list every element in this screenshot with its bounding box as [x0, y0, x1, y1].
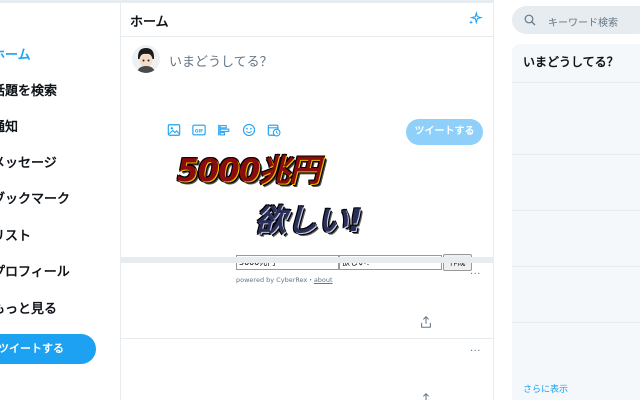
sidebar-item-messages[interactable]: メッセージ	[0, 149, 57, 179]
svg-text:GIF: GIF	[195, 128, 203, 134]
image-icon[interactable]	[167, 123, 181, 137]
page-title: ホーム	[130, 15, 169, 30]
compose-box: いまどうしてる？ GIF ツイートする 5000兆円 欲しい! powered …	[121, 37, 493, 284]
sidebar-nav: ホーム 話題を検索 通知 メッセージ ブックマーク リスト プロフィール もっと…	[0, 0, 120, 400]
search-placeholder: キーワード検索	[548, 18, 618, 29]
feed-item[interactable]: ···	[121, 263, 493, 339]
feed-item[interactable]: ···	[121, 340, 493, 400]
compose-tweet-button[interactable]: ツイートする	[406, 119, 483, 145]
compose-input[interactable]: いまどうしてる？	[169, 51, 273, 70]
avatar[interactable]	[132, 45, 160, 73]
trend-item[interactable]	[512, 322, 640, 376]
more-options-icon[interactable]: ···	[470, 346, 481, 357]
share-icon[interactable]	[419, 392, 433, 400]
sidebar-item-profile[interactable]: プロフィール	[0, 258, 70, 288]
sidebar-item-lists[interactable]: リスト	[0, 222, 31, 252]
timeline-header: ホーム	[121, 3, 493, 37]
sidebar-tweet-button[interactable]: ツイートする	[0, 334, 96, 364]
search-icon	[524, 14, 536, 26]
more-options-icon[interactable]: ···	[470, 269, 481, 280]
sidebar-item-home[interactable]: ホーム	[0, 41, 31, 71]
trends-panel: いまどうしてる？ さらに表示	[512, 44, 640, 400]
trend-item[interactable]	[512, 154, 640, 208]
sidebar-item-notifications[interactable]: 通知	[0, 113, 18, 143]
share-icon[interactable]	[419, 315, 433, 329]
show-more-link[interactable]: さらに表示	[523, 382, 568, 395]
emoji-icon[interactable]	[242, 123, 256, 137]
gif-icon[interactable]: GIF	[192, 123, 206, 137]
banner-line-bottom: 欲しい!	[255, 203, 363, 239]
sidebar-item-bookmarks[interactable]: ブックマーク	[0, 185, 70, 215]
poll-icon[interactable]	[217, 123, 231, 137]
generated-image: 5000兆円 欲しい!	[177, 145, 397, 255]
trend-item[interactable]	[512, 210, 640, 264]
right-sidebar: キーワード検索 いまどうしてる？ さらに表示	[494, 0, 640, 400]
banner-line-top: 5000兆円	[177, 153, 320, 189]
schedule-icon[interactable]	[267, 123, 281, 137]
sidebar-item-explore[interactable]: 話題を検索	[0, 77, 57, 107]
trend-item[interactable]	[512, 82, 640, 136]
trend-item[interactable]	[512, 266, 640, 320]
sidebar-item-more[interactable]: もっと見る	[0, 295, 57, 325]
main-timeline: ホーム いまどうしてる？ GIF ツイートする 5000兆円 欲しい! powe…	[120, 3, 494, 400]
search-input[interactable]: キーワード検索	[512, 6, 640, 34]
sparkle-icon[interactable]	[467, 11, 483, 27]
trends-title: いまどうしてる？	[523, 55, 619, 69]
